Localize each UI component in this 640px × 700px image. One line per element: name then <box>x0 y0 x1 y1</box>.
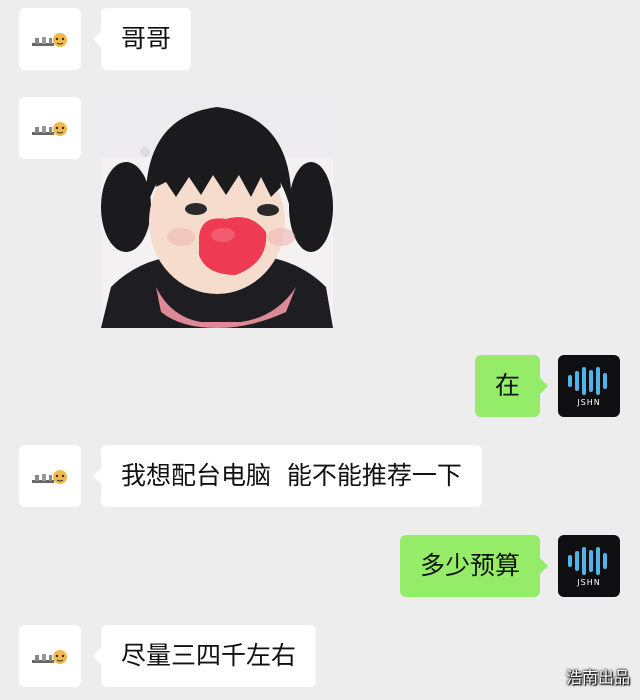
sound-wave-logo-icon <box>568 366 607 395</box>
friend-avatar[interactable] <box>19 625 81 687</box>
cartoon-avatar-icon <box>32 470 67 484</box>
cartoon-avatar-icon <box>32 122 67 136</box>
child-photo <box>101 97 333 328</box>
cartoon-avatar-icon <box>32 33 67 47</box>
watermark: 浩南出品 <box>565 668 630 687</box>
message-bubble[interactable]: 哥哥 <box>92 8 192 70</box>
friend-avatar[interactable] <box>19 445 81 507</box>
sound-wave-logo-icon <box>568 546 607 575</box>
message-bubble[interactable]: 在 <box>474 355 549 417</box>
message-bubble[interactable]: 尽量三四千左右 <box>92 625 317 687</box>
friend-avatar[interactable] <box>19 8 81 70</box>
cartoon-avatar-icon <box>32 650 67 664</box>
friend-avatar[interactable] <box>19 97 81 159</box>
message-bubble[interactable]: 我想配台电脑 能不能推荐一下 <box>93 445 482 507</box>
self-avatar[interactable]: JSHN <box>558 535 620 597</box>
message-bubble[interactable]: 多少预算 <box>399 535 549 597</box>
avatar-logo-label: JSHN <box>577 397 601 407</box>
image-message[interactable] <box>101 97 333 328</box>
avatar-logo-label: JSHN <box>577 577 601 587</box>
self-avatar[interactable]: JSHN <box>558 355 620 417</box>
